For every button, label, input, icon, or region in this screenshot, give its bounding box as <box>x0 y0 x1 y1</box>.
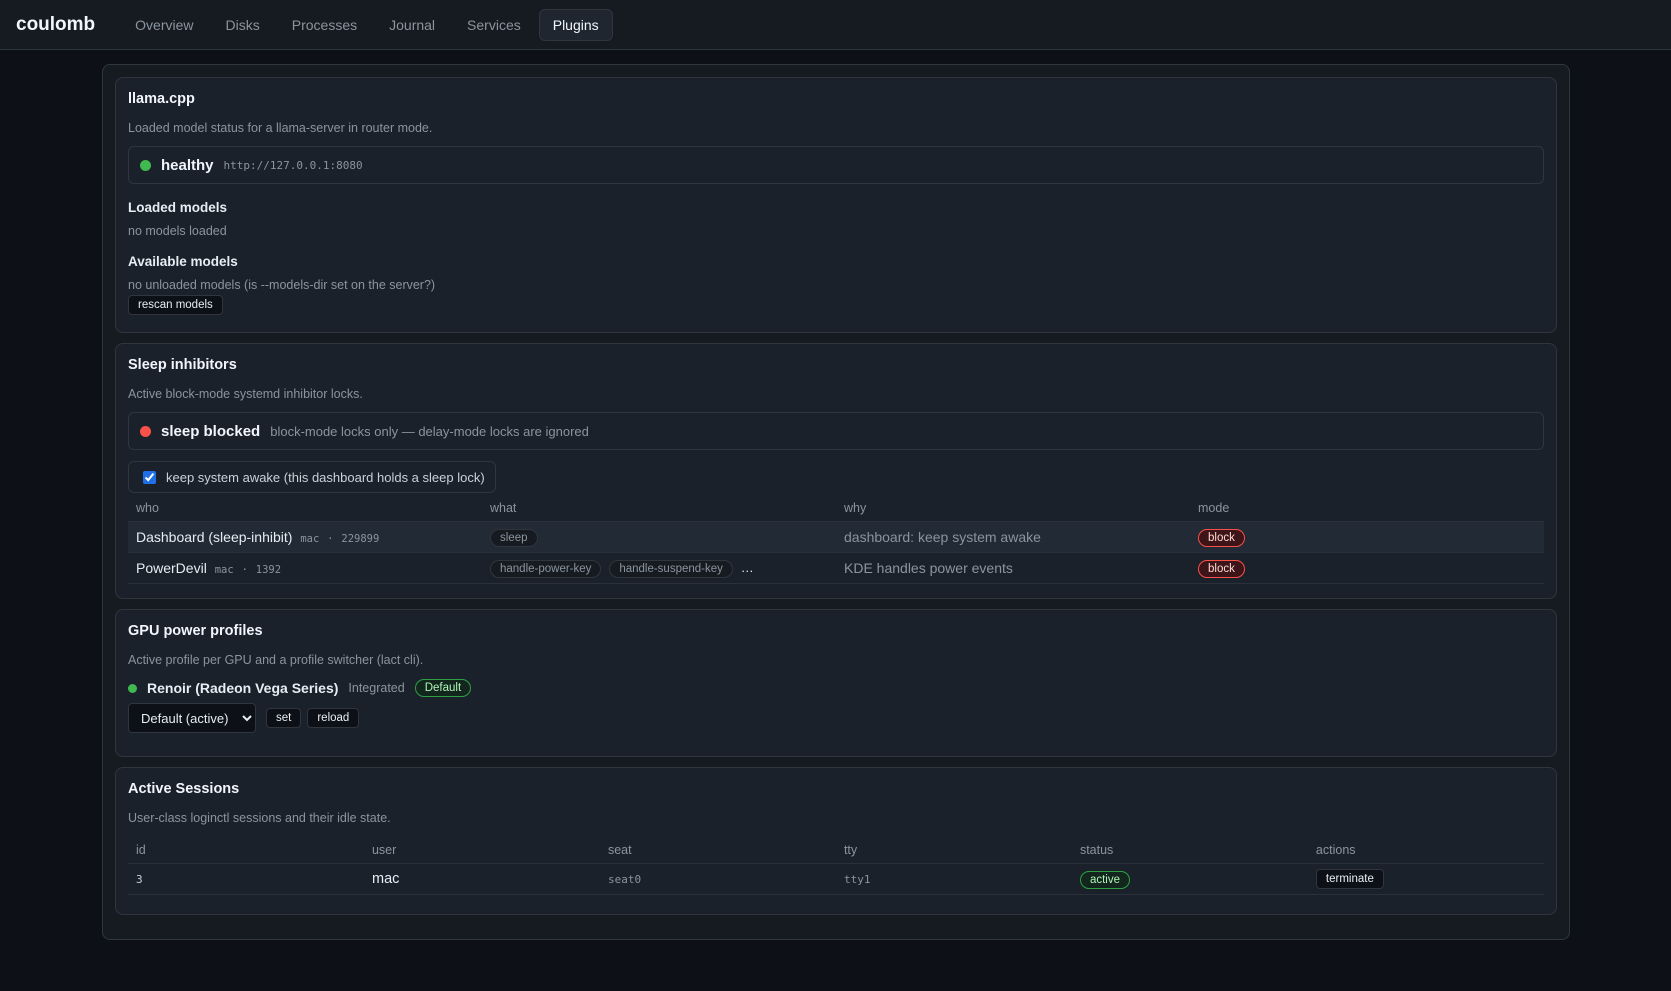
col-what: what <box>490 501 517 515</box>
plugins-container: llama.cpp Loaded model status for a llam… <box>102 64 1570 940</box>
llama-status-label: healthy <box>161 156 214 174</box>
sleep-inhibitors-card: Sleep inhibitors Active block-mode syste… <box>115 343 1557 599</box>
keep-awake-toggle[interactable]: keep system awake (this dashboard holds … <box>128 461 496 493</box>
keep-awake-checkbox[interactable] <box>143 470 156 484</box>
sleep-description: Active block-mode systemd inhibitor lock… <box>128 387 363 401</box>
col-why: why <box>844 501 867 515</box>
nav-journal[interactable]: Journal <box>375 9 449 41</box>
llama-card: llama.cpp Loaded model status for a llam… <box>115 77 1557 333</box>
separator-dot: · <box>241 564 248 576</box>
active-sessions-card: Active Sessions User-class loginctl sess… <box>115 767 1557 915</box>
main-nav: Overview Disks Processes Journal Service… <box>121 8 613 41</box>
gpu-set-button[interactable]: set <box>266 708 302 728</box>
nav-disks[interactable]: Disks <box>212 9 274 41</box>
top-nav-bar: coulomb Overview Disks Processes Journal… <box>0 0 1671 50</box>
available-models-heading: Available models <box>128 254 238 269</box>
sessions-title: Active Sessions <box>128 781 240 797</box>
sleep-status-label: sleep blocked <box>161 422 261 440</box>
nav-processes[interactable]: Processes <box>278 9 371 41</box>
col-id: id <box>136 843 146 857</box>
gpu-description: Active profile per GPU and a profile swi… <box>128 653 424 667</box>
inhibitor-pid: 1392 <box>255 564 282 576</box>
loaded-models-heading: Loaded models <box>128 200 228 215</box>
table-row: 3 mac seat0 tty1 active terminate <box>128 863 1544 895</box>
col-mode: mode <box>1198 501 1230 515</box>
col-user: user <box>371 843 397 857</box>
gpu-type: Integrated <box>348 681 405 695</box>
inhibitor-pid: 229899 <box>341 533 380 545</box>
nav-services[interactable]: Services <box>453 9 535 41</box>
separator-dot: · <box>327 533 334 545</box>
session-seat: seat0 <box>599 863 836 895</box>
inhibitor-why: KDE handles power events <box>836 552 1190 584</box>
inhibitors-table: who what why mode Dashboard (sleep-inhib… <box>128 495 1544 584</box>
mode-badge: block <box>1198 559 1245 578</box>
keep-awake-label: keep system awake (this dashboard holds … <box>166 469 485 485</box>
table-row: Dashboard (sleep-inhibit) mac · 229899 s… <box>128 521 1544 553</box>
llama-server-url: http://127.0.0.1:8080 <box>223 158 363 172</box>
what-chip: handle-power-key <box>490 559 602 578</box>
nav-plugins[interactable]: Plugins <box>538 8 613 41</box>
session-id: 3 <box>128 863 364 895</box>
col-actions: actions <box>1315 843 1356 857</box>
more-what-ellipsis[interactable]: … <box>741 560 754 575</box>
loaded-models-text: no models loaded <box>128 224 227 238</box>
gpu-title: GPU power profiles <box>128 623 263 639</box>
inhibitor-who: Dashboard (sleep-inhibit) <box>136 529 293 545</box>
col-status: status <box>1079 843 1114 857</box>
terminate-session-button[interactable]: terminate <box>1315 869 1384 889</box>
inhibitor-user: mac <box>300 533 320 545</box>
what-chip: sleep <box>490 528 538 547</box>
rescan-models-button[interactable]: rescan models <box>128 295 223 315</box>
session-tty: tty1 <box>835 863 1072 895</box>
sleep-title: Sleep inhibitors <box>128 357 237 373</box>
gpu-profile-badge: Default <box>414 679 472 697</box>
mode-badge: block <box>1198 528 1245 547</box>
llama-description: Loaded model status for a llama-server i… <box>128 121 433 135</box>
inhibitor-why: dashboard: keep system awake <box>836 521 1190 553</box>
gpu-profiles-card: GPU power profiles Active profile per GP… <box>115 609 1557 757</box>
session-user: mac <box>363 863 600 895</box>
sleep-status-note: block-mode locks only — delay-mode locks… <box>270 423 589 439</box>
gpu-name: Renoir (Radeon Vega Series) <box>147 680 339 696</box>
gpu-controls: Default (active) set reload <box>128 703 1544 733</box>
session-status-badge: active <box>1079 870 1130 889</box>
sessions-description: User-class loginctl sessions and their i… <box>128 811 391 825</box>
inhibitor-who: PowerDevil <box>136 560 207 576</box>
sessions-table: id user seat tty status actions 3 mac se… <box>128 837 1544 895</box>
brand-logo: coulomb <box>16 13 96 35</box>
table-row: PowerDevil mac · 1392 handle-power-key h… <box>128 552 1544 584</box>
sleep-status-box: sleep blocked block-mode locks only — de… <box>128 412 1544 450</box>
available-models-text: no unloaded models (is --models-dir set … <box>128 278 436 292</box>
col-who: who <box>136 501 159 515</box>
gpu-status-dot-icon <box>128 683 137 693</box>
col-seat: seat <box>607 843 632 857</box>
col-tty: tty <box>843 843 858 857</box>
llama-status-box: healthy http://127.0.0.1:8080 <box>128 146 1544 184</box>
status-dot-icon <box>140 159 151 171</box>
gpu-reload-button[interactable]: reload <box>307 708 360 728</box>
what-chip: handle-suspend-key <box>609 559 733 578</box>
gpu-item: Renoir (Radeon Vega Series) Integrated D… <box>128 679 1544 697</box>
inhibitor-user: mac <box>214 564 234 576</box>
llama-title: llama.cpp <box>128 91 195 107</box>
nav-overview[interactable]: Overview <box>121 9 207 41</box>
status-dot-icon <box>140 425 151 437</box>
gpu-profile-select[interactable]: Default (active) <box>128 703 256 733</box>
